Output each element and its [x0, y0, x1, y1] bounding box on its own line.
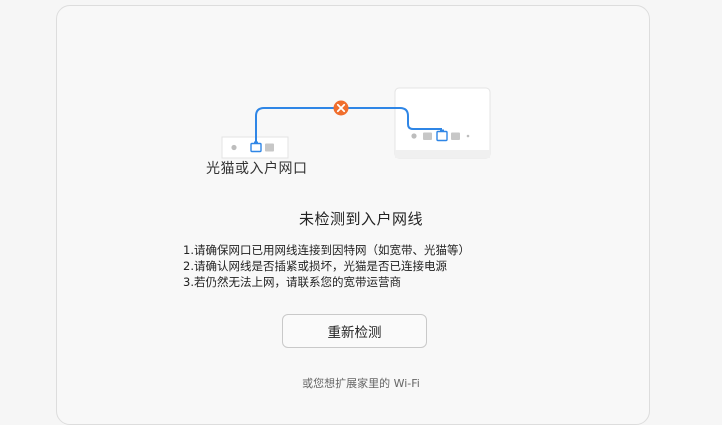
extend-wifi-link[interactable]: 或您想扩展家里的 Wi-Fi — [0, 375, 722, 391]
recheck-button[interactable]: 重新检测 — [282, 314, 427, 348]
connection-illustration — [221, 87, 491, 159]
router-device — [394, 87, 491, 159]
tip-item: 2.请确认网线是否插紧或损坏，光猫是否已连接电源 — [183, 259, 447, 273]
tip-item: 3.若仍然无法上网，请联系您的宽带运营商 — [183, 275, 401, 289]
tips-list: 1.请确保网口已用网线连接到因特网（如宽带、光猫等） 2.请确认网线是否插紧或损… — [183, 242, 470, 290]
modem-label: 光猫或入户网口 — [206, 161, 308, 177]
tip-item: 1.请确保网口已用网线连接到因特网（如宽带、光猫等） — [183, 243, 470, 257]
error-x-icon — [333, 100, 349, 116]
page-title: 未检测到入户网线 — [298, 210, 423, 228]
